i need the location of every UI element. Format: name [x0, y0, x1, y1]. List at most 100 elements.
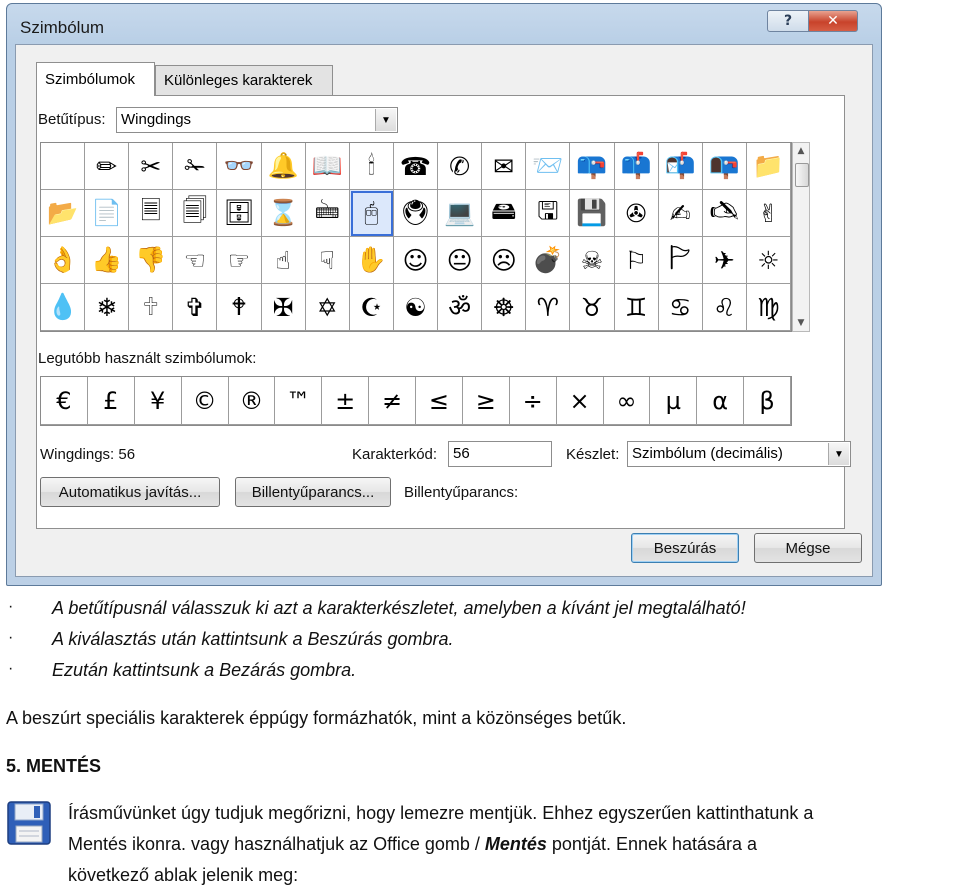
symbol-cell[interactable] — [41, 143, 86, 190]
recent-symbol-cell[interactable]: × — [556, 377, 604, 425]
close-button[interactable]: ✕ — [808, 10, 858, 32]
symbol-cell[interactable]: ✏ — [85, 143, 130, 190]
symbol-cell[interactable]: ☪ — [349, 284, 394, 331]
autocorrect-button[interactable]: Automatikus javítás... — [40, 477, 220, 507]
cancel-button[interactable]: Mégse — [754, 533, 862, 563]
chevron-down-icon[interactable]: ▼ — [375, 109, 396, 131]
recent-symbol-cell[interactable]: © — [181, 377, 229, 425]
symbol-cell[interactable]: ♋ — [658, 284, 703, 331]
symbol-cell[interactable]: 💣 — [526, 237, 571, 284]
symbol-cell[interactable]: 📪 — [570, 143, 615, 190]
symbol-cell[interactable]: 🖎 — [702, 190, 747, 237]
symbol-cell[interactable]: ✇ — [614, 190, 659, 237]
symbol-grid[interactable]: ✏ ✂ ✁ 👓 🔔 📖 🕯 ☎ ✆ ✉ 📨 📪 📫 📬 📭 📁 📂 📄 🗏 🗐 🗄 ⌛ 🖮 🖰 🖲 💻 🖴 🖫 💾 ✇ ✍ 🖎 ✌ 👌 👍 👎 ☜ ☞ ☝ ☟… — [40, 142, 792, 332]
symbol-cell[interactable]: ☎ — [393, 143, 439, 190]
symbol-cell[interactable]: 🖲 — [393, 190, 439, 237]
symbol-cell[interactable]: 🗐 — [173, 190, 218, 237]
symbol-cell[interactable]: 🖴 — [482, 190, 527, 237]
recent-symbol-cell[interactable]: ≠ — [369, 377, 416, 425]
symbol-cell[interactable]: 📁 — [746, 143, 791, 190]
tab-symbols[interactable]: Szimbólumok — [36, 62, 155, 96]
symbol-cell[interactable]: ✞ — [173, 284, 218, 331]
recent-symbol-cell[interactable]: µ — [650, 377, 698, 425]
symbol-cell[interactable]: ✡ — [305, 284, 350, 331]
symbol-cell[interactable]: 💧 — [41, 284, 86, 331]
recent-symbol-cell[interactable]: £ — [87, 377, 135, 425]
shortcut-key-button[interactable]: Billentyűparancs... — [235, 477, 391, 507]
recent-symbol-cell[interactable]: ÷ — [509, 377, 557, 425]
symbol-cell[interactable]: ☼ — [746, 237, 791, 284]
symbol-cell[interactable]: 👍 — [85, 237, 130, 284]
symbol-cell[interactable]: ♈ — [526, 284, 571, 331]
symbol-cell[interactable]: ☞ — [217, 237, 262, 284]
insert-button[interactable]: Beszúrás — [631, 533, 739, 563]
symbol-cell[interactable]: 🏱 — [658, 237, 703, 284]
symbol-cell[interactable]: ☟ — [305, 237, 350, 284]
font-select[interactable]: Wingdings ▼ — [116, 107, 398, 133]
help-button[interactable]: ? — [767, 10, 809, 32]
symbol-cell[interactable]: ☸ — [482, 284, 527, 331]
symbol-cell[interactable]: 💾 — [570, 190, 615, 237]
symbol-cell[interactable]: ☠ — [570, 237, 615, 284]
symbol-cell[interactable]: 🗏 — [129, 190, 174, 237]
recent-symbol-cell[interactable]: ≤ — [416, 377, 463, 425]
symbol-cell[interactable]: 🖫 — [526, 190, 571, 237]
symbol-cell[interactable]: ✆ — [438, 143, 483, 190]
scrollbar-thumb[interactable] — [795, 163, 809, 187]
title-bar[interactable]: Szimbólum ? ✕ — [7, 4, 881, 44]
symbol-cell[interactable]: ✋ — [349, 237, 394, 284]
symbol-cell[interactable]: ♊ — [614, 284, 659, 331]
symbol-cell[interactable]: 📨 — [526, 143, 571, 190]
symbol-cell[interactable]: 🖮 — [305, 190, 350, 237]
symbol-cell[interactable]: ✍ — [658, 190, 703, 237]
symbol-cell[interactable]: 👌 — [41, 237, 86, 284]
set-select[interactable]: Szimbólum (decimális) ▼ — [627, 441, 851, 467]
recent-symbol-cell[interactable]: ™ — [275, 377, 323, 425]
symbol-cell[interactable]: ⚐ — [614, 237, 659, 284]
symbol-cell[interactable]: ❄ — [85, 284, 130, 331]
symbol-cell[interactable]: 🕈 — [217, 284, 262, 331]
symbol-cell[interactable]: ♍ — [746, 284, 791, 331]
symbol-cell[interactable]: 💻 — [438, 190, 483, 237]
symbol-cell[interactable]: ॐ — [438, 284, 483, 331]
symbol-cell[interactable]: ⌛ — [261, 190, 306, 237]
symbol-cell[interactable]: ✂ — [129, 143, 174, 190]
symbol-cell[interactable]: 📖 — [305, 143, 350, 190]
recent-symbol-cell[interactable]: ¥ — [134, 377, 182, 425]
symbol-cell[interactable]: ♌ — [702, 284, 747, 331]
symbol-cell[interactable]: ✈ — [702, 237, 747, 284]
symbol-grid-scrollbar[interactable]: ▲ ▼ — [792, 142, 810, 332]
symbol-cell[interactable]: ☺ — [393, 237, 439, 284]
scroll-down-icon[interactable]: ▼ — [793, 315, 809, 331]
symbol-cell[interactable]: 🔔 — [261, 143, 306, 190]
recent-symbol-cell[interactable]: β — [744, 377, 791, 425]
scroll-up-icon[interactable]: ▲ — [793, 143, 809, 159]
symbol-cell[interactable]: 📫 — [614, 143, 659, 190]
symbol-cell[interactable]: ✠ — [261, 284, 306, 331]
symbol-cell[interactable]: 😐 — [438, 237, 483, 284]
symbol-cell[interactable]: ✁ — [173, 143, 218, 190]
symbol-cell[interactable]: 🗄 — [217, 190, 262, 237]
recent-symbol-cell[interactable]: α — [697, 377, 745, 425]
symbol-cell[interactable]: 👓 — [217, 143, 262, 190]
symbol-cell[interactable]: ☝ — [261, 237, 306, 284]
chevron-down-icon[interactable]: ▼ — [828, 443, 849, 465]
tab-special-characters[interactable]: Különleges karakterek — [155, 65, 333, 95]
char-code-input[interactable]: 56 — [448, 441, 552, 467]
symbol-cell[interactable]: ☜ — [173, 237, 218, 284]
symbol-cell[interactable]: ✌ — [746, 190, 791, 237]
symbol-cell[interactable]: 🕯 — [349, 143, 394, 190]
symbol-cell[interactable]: 👎 — [129, 237, 174, 284]
symbol-cell[interactable]: 📭 — [702, 143, 747, 190]
recent-symbol-cell[interactable]: ≥ — [462, 377, 510, 425]
symbol-cell[interactable]: ☹ — [482, 237, 527, 284]
recent-symbol-cell[interactable]: € — [41, 377, 88, 425]
symbol-cell[interactable]: 🕆 — [129, 284, 174, 331]
recent-symbol-cell[interactable]: ± — [322, 377, 370, 425]
symbol-cell[interactable]: 📂 — [41, 190, 86, 237]
symbol-cell[interactable]: ☯ — [393, 284, 439, 331]
symbol-cell[interactable]: 📄 — [85, 190, 130, 237]
symbol-cell[interactable]: ✉ — [482, 143, 527, 190]
recent-symbol-cell[interactable]: ® — [228, 377, 276, 425]
symbol-cell[interactable]: 📬 — [658, 143, 703, 190]
